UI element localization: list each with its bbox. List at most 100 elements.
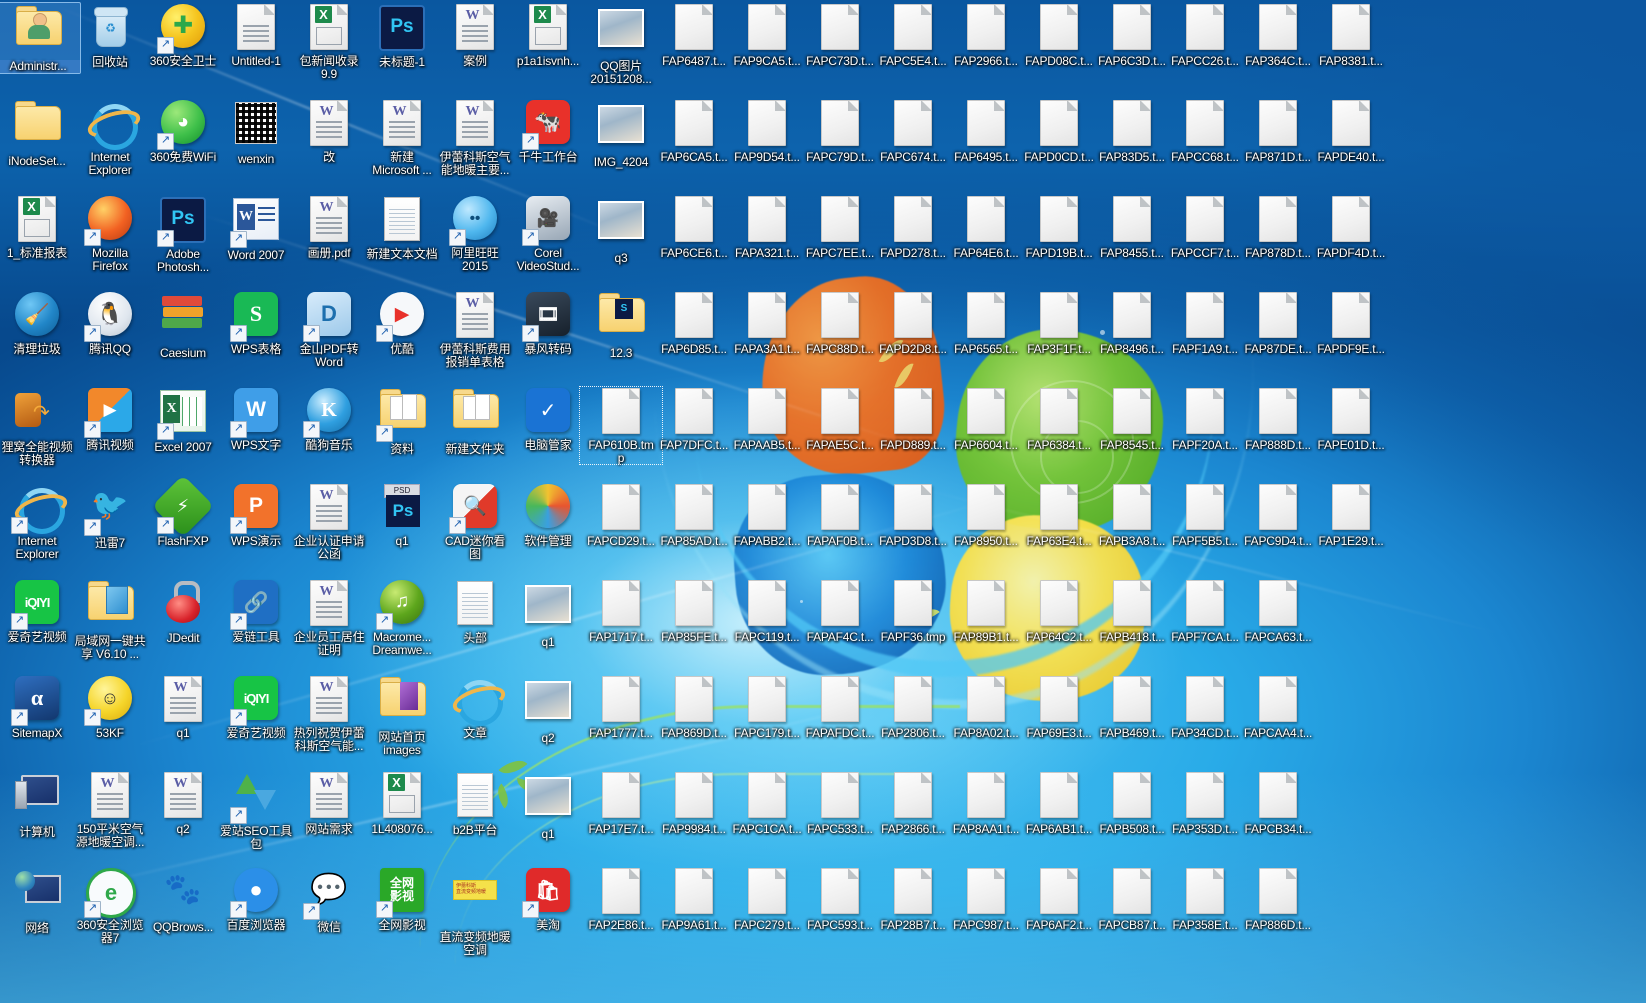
desktop-icon[interactable]: Mozilla Firefox — [68, 194, 152, 273]
desktop-icon[interactable]: ✚360安全卫士 — [141, 2, 225, 68]
desktop-icon[interactable]: FAP85AD.t... — [652, 482, 736, 548]
desktop-icon[interactable]: Internet Explorer — [68, 98, 152, 177]
desktop-icon[interactable]: FAPB3A8.t... — [1090, 482, 1174, 548]
desktop-icon[interactable]: D金山PDF转 Word — [287, 290, 371, 369]
desktop-icon[interactable]: q1 — [506, 578, 590, 649]
desktop-icon[interactable]: ◕360免费WiFi — [141, 98, 225, 164]
desktop-icon[interactable]: JDedit — [141, 578, 225, 645]
desktop-icon[interactable]: FAPE01D.t... — [1309, 386, 1393, 452]
desktop-icon[interactable]: FAP886D.t... — [1236, 866, 1320, 932]
desktop-icon[interactable]: FAP1E29.t... — [1309, 482, 1393, 548]
desktop-icon[interactable]: ●百度浏览器 — [214, 866, 298, 932]
desktop-icon[interactable]: ⚡FlashFXP — [141, 474, 225, 548]
desktop-icon[interactable]: PSD Ps q1 — [360, 482, 444, 548]
desktop-icon[interactable]: FAP2866.t... — [871, 770, 955, 836]
desktop-icon[interactable]: FAP2806.t... — [871, 674, 955, 740]
desktop-icon[interactable]: FAP6AB1.t... — [1017, 770, 1101, 836]
desktop-icon[interactable]: FAPC7EE.t... — [798, 194, 882, 260]
desktop-icon[interactable]: FAP17E7.t... — [579, 770, 663, 836]
desktop-icon[interactable]: ▶优酷 — [360, 290, 444, 356]
desktop-icon[interactable]: FAPC674.t... — [871, 98, 955, 164]
desktop-icon[interactable]: wenxin — [214, 98, 298, 166]
desktop-icon[interactable]: X 包新闻收录 9.9 — [287, 2, 371, 81]
desktop-icon[interactable]: FAPA321.t... — [725, 194, 809, 260]
desktop-icon[interactable]: 爱站SEO工具 包 — [214, 770, 298, 851]
desktop-icon[interactable]: FAP64C2.t... — [1017, 578, 1101, 644]
desktop-icon[interactable]: FAP6604.t... — [944, 386, 1028, 452]
desktop-icon[interactable]: 头部 — [433, 578, 517, 645]
desktop-icon[interactable]: W 网站需求 — [287, 770, 371, 836]
desktop-icon[interactable]: FAPF20A.t... — [1163, 386, 1247, 452]
desktop-icon[interactable]: FAPDE40.t... — [1309, 98, 1393, 164]
desktop-icon[interactable]: FAP34CD.t... — [1163, 674, 1247, 740]
desktop-icon[interactable]: FAP28B7.t... — [871, 866, 955, 932]
desktop-icon[interactable]: 文章 — [433, 674, 517, 740]
desktop-icon[interactable]: 新建文本文档 — [360, 194, 444, 261]
desktop-icon[interactable]: FAP8545.t... — [1090, 386, 1174, 452]
desktop-icon[interactable]: ♻ 回收站 — [68, 2, 152, 69]
desktop-icon[interactable]: WWPS文字 — [214, 386, 298, 452]
desktop-icon[interactable]: FAP85FE.t... — [652, 578, 736, 644]
desktop-icon[interactable]: FAP6384.t... — [1017, 386, 1101, 452]
desktop-icon[interactable]: K酷狗音乐 — [287, 386, 371, 452]
desktop-icon[interactable]: FAP6565.t... — [944, 290, 1028, 356]
desktop-icon[interactable]: 🔗爱链工具 — [214, 578, 298, 644]
desktop-icon[interactable]: FAPCC68.t... — [1163, 98, 1247, 164]
desktop-icon[interactable]: ☺53KF — [68, 674, 152, 740]
desktop-icon[interactable]: FAP89B1.t... — [944, 578, 1028, 644]
desktop-icon[interactable]: FAP364C.t... — [1236, 2, 1320, 68]
desktop-icon[interactable]: FAPAF4C.t... — [798, 578, 882, 644]
desktop-icon[interactable]: FAPC987.t... — [944, 866, 1028, 932]
desktop-icon[interactable]: FAP8A02.t... — [944, 674, 1028, 740]
desktop-icon[interactable]: 局域网一键共 享 V6.10 ... — [68, 578, 152, 661]
desktop-icon[interactable]: W改 — [287, 98, 371, 164]
desktop-icon[interactable]: 🐄千牛工作台 — [506, 98, 590, 164]
desktop-icon[interactable]: ✓ 电脑管家 — [506, 386, 590, 452]
desktop-icon[interactable]: X 1L408076... — [360, 770, 444, 836]
desktop-icon[interactable]: FAPC1CA.t... — [725, 770, 809, 836]
desktop-icon[interactable]: FAP6CE6.t... — [652, 194, 736, 260]
desktop-icon[interactable]: W 案例 — [433, 2, 517, 68]
desktop-icon[interactable]: FAPCB34.t... — [1236, 770, 1320, 836]
desktop-icon[interactable]: FAPCC26.t... — [1163, 2, 1247, 68]
desktop-icon[interactable]: FAP610B.tm p — [579, 386, 663, 465]
desktop-icon[interactable]: ▶腾讯视频 — [68, 386, 152, 452]
desktop-icon[interactable]: FAP6495.t... — [944, 98, 1028, 164]
desktop-icon[interactable]: Caesium — [141, 290, 225, 360]
desktop-icon[interactable]: FAPB469.t... — [1090, 674, 1174, 740]
desktop-icon[interactable]: FAPAE5C.t... — [798, 386, 882, 452]
desktop-icon[interactable]: FAP1717.t... — [579, 578, 663, 644]
desktop-icon[interactable]: Wq2 — [141, 770, 225, 836]
desktop-icon[interactable]: 🎞暴风转码 — [506, 290, 590, 356]
desktop-icon[interactable]: FAP8455.t... — [1090, 194, 1174, 260]
desktop-icon[interactable]: SWPS表格 — [214, 290, 298, 356]
desktop-icon[interactable]: FAPD3D8.t... — [871, 482, 955, 548]
desktop-icon[interactable]: FAP8950.t... — [944, 482, 1028, 548]
desktop-icon[interactable]: FAP69E3.t... — [1017, 674, 1101, 740]
desktop-icon[interactable]: FAPF5B5.t... — [1163, 482, 1247, 548]
desktop-icon[interactable]: W 热列祝贺伊蕾 科斯空气能... — [287, 674, 371, 753]
desktop-icon[interactable]: FAPB508.t... — [1090, 770, 1174, 836]
desktop-icon[interactable]: 伊蕾科斯 直流变频地暖 直流变频地暖 空调 — [433, 866, 517, 957]
desktop-icon[interactable]: FAPAF0B.t... — [798, 482, 882, 548]
desktop-icon[interactable]: FAP6AF2.t... — [1017, 866, 1101, 932]
desktop-icon[interactable]: 💬微信 — [287, 866, 371, 934]
desktop-icon[interactable]: FAP6C3D.t... — [1090, 2, 1174, 68]
desktop-icon[interactable]: Xp1a1isvnh... — [506, 2, 590, 68]
desktop-icon[interactable]: 🛍美淘 — [506, 866, 590, 932]
desktop-icon[interactable]: FAPA3A1.t... — [725, 290, 809, 356]
desktop-icon[interactable]: FAPCAA4.t... — [1236, 674, 1320, 740]
desktop-icon[interactable]: 🔍CAD迷你看 图 — [433, 482, 517, 561]
desktop-icon[interactable]: FAP64E6.t... — [944, 194, 1028, 260]
desktop-icon[interactable]: Untitled-1 — [214, 2, 298, 68]
desktop-icon[interactable]: FAP8AA1.t... — [944, 770, 1028, 836]
desktop-icon[interactable]: FAPB418.t... — [1090, 578, 1174, 644]
desktop-icon[interactable]: FAP9D54.t... — [725, 98, 809, 164]
desktop-icon[interactable]: FAP6CA5.t... — [652, 98, 736, 164]
desktop-icon[interactable]: PWPS演示 — [214, 482, 298, 548]
desktop-icon[interactable]: FAP7DFC.t... — [652, 386, 736, 452]
desktop-icon[interactable]: iQIYI爱奇艺视频 — [214, 674, 298, 740]
desktop-icon[interactable]: FAPDF9E.t... — [1309, 290, 1393, 356]
desktop-icon[interactable]: FAP3F1F.t... — [1017, 290, 1101, 356]
desktop-icon[interactable]: FAP87DE.t... — [1236, 290, 1320, 356]
